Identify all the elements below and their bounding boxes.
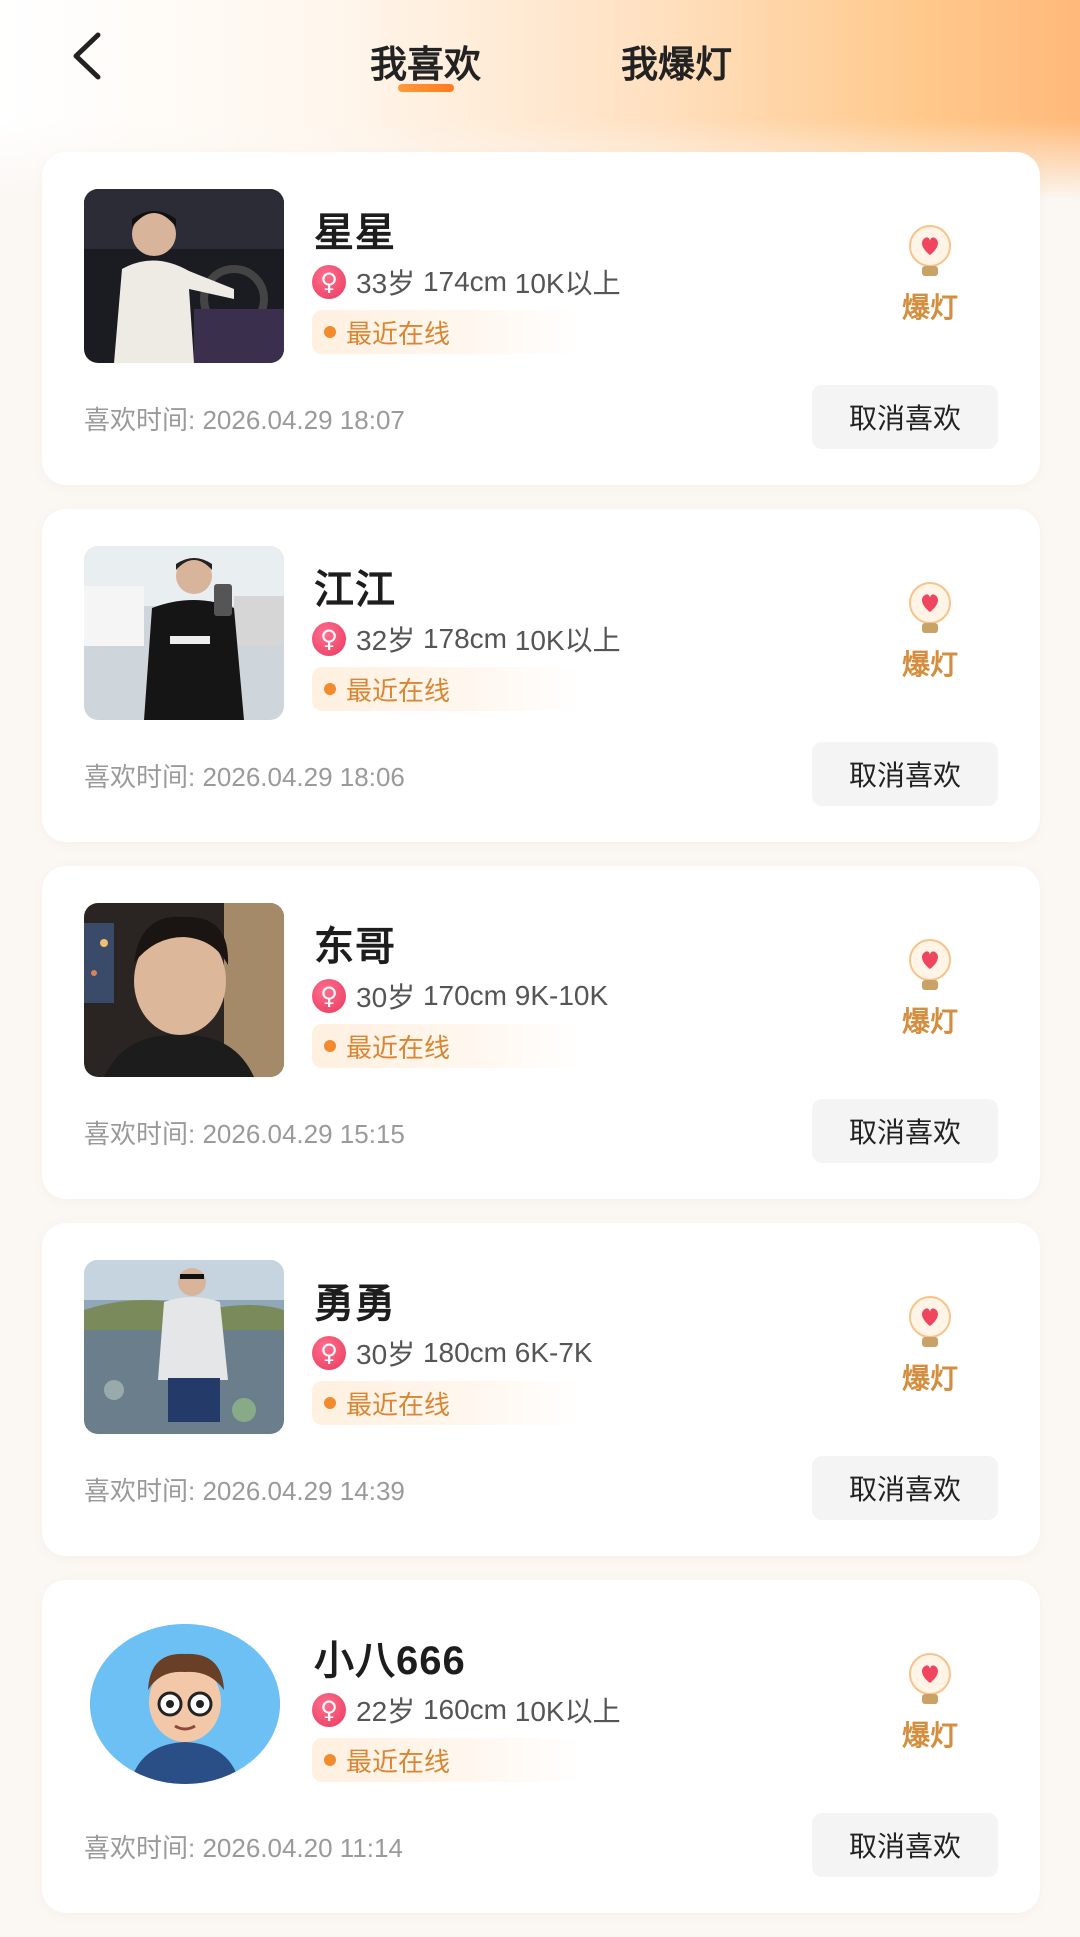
female-icon: ♀	[312, 1336, 346, 1370]
user-income: 10K以上	[514, 268, 621, 299]
user-height: 174cm	[422, 266, 507, 297]
user-card[interactable]: 勇勇 ♀ 30岁 180cm 6K-7K 最近在线 爆灯 喜欢时间: 2026.…	[42, 1223, 1040, 1556]
burst-light-button[interactable]: 爆灯	[890, 938, 970, 1048]
female-icon: ♀	[312, 265, 346, 299]
user-name: 星星	[314, 211, 396, 255]
user-info-row: ♀ 30岁 170cm 9K-10K	[312, 976, 608, 1016]
user-age: 22岁	[356, 1696, 416, 1727]
user-income: 6K-7K	[514, 1337, 593, 1368]
unlike-button[interactable]: 取消喜欢	[812, 1456, 998, 1520]
light-bulb-heart-icon	[909, 1653, 951, 1704]
like-time: 喜欢时间: 2026.04.29 15:15	[84, 1119, 405, 1149]
like-time: 喜欢时间: 2026.04.29 18:06	[84, 762, 405, 792]
user-info-row: ♀ 22岁 160cm 10K以上	[312, 1690, 621, 1730]
online-status-badge: 最近在线	[312, 1024, 582, 1068]
burst-light-button[interactable]: 爆灯	[890, 1295, 970, 1405]
user-info-row: ♀ 32岁 178cm 10K以上	[312, 619, 621, 659]
avatar[interactable]	[90, 1624, 280, 1784]
online-status-badge: 最近在线	[312, 1738, 582, 1782]
online-status-badge: 最近在线	[312, 667, 582, 711]
user-name: 东哥	[314, 925, 396, 969]
tab-my-likes[interactable]: 我喜欢	[340, 30, 511, 100]
active-tab-indicator	[397, 84, 454, 92]
status-dot-icon	[324, 683, 336, 695]
user-info-row: ♀ 33岁 174cm 10K以上	[312, 262, 621, 302]
burst-light-button[interactable]: 爆灯	[890, 581, 970, 691]
light-bulb-heart-icon	[909, 1296, 951, 1347]
status-dot-icon	[324, 326, 336, 338]
like-time: 喜欢时间: 2026.04.20 11:14	[84, 1833, 403, 1863]
online-status-badge: 最近在线	[312, 310, 582, 354]
online-status-badge: 最近在线	[312, 1381, 582, 1425]
female-icon: ♀	[312, 622, 346, 656]
user-name: 勇勇	[314, 1282, 396, 1326]
user-income: 9K-10K	[514, 980, 609, 1011]
like-time: 喜欢时间: 2026.04.29 14:39	[84, 1476, 405, 1506]
status-dot-icon	[324, 1397, 336, 1409]
user-age: 33岁	[356, 268, 416, 299]
burst-light-button[interactable]: 爆灯	[890, 224, 970, 334]
user-card[interactable]: 东哥 ♀ 30岁 170cm 9K-10K 最近在线 爆灯 喜欢时间: 2026…	[42, 866, 1040, 1199]
light-bulb-heart-icon	[909, 225, 951, 276]
user-income: 10K以上	[514, 1696, 621, 1727]
avatar[interactable]	[84, 903, 284, 1077]
user-height: 170cm	[422, 980, 507, 1011]
unlike-button[interactable]: 取消喜欢	[812, 1813, 998, 1877]
user-income: 10K以上	[514, 625, 621, 656]
avatar[interactable]	[84, 546, 284, 720]
like-time: 喜欢时间: 2026.04.29 18:07	[84, 405, 405, 435]
user-age: 30岁	[356, 1339, 416, 1370]
avatar[interactable]	[84, 189, 284, 363]
unlike-button[interactable]: 取消喜欢	[812, 742, 998, 806]
back-button[interactable]	[62, 28, 112, 84]
tab-my-bulbs[interactable]: 我爆灯	[591, 30, 762, 100]
tab-bar: 我喜欢 我爆灯	[340, 30, 762, 100]
user-card[interactable]: 小八666 ♀ 22岁 160cm 10K以上 最近在线 爆灯 喜欢时间: 20…	[42, 1580, 1040, 1913]
liked-users-list: 星星 ♀ 33岁 174cm 10K以上 最近在线 爆灯 喜欢时间: 2026.…	[42, 152, 1040, 1937]
female-icon: ♀	[312, 979, 346, 1013]
light-bulb-heart-icon	[909, 582, 951, 633]
status-dot-icon	[324, 1754, 336, 1766]
user-info-row: ♀ 30岁 180cm 6K-7K	[312, 1333, 593, 1373]
avatar[interactable]	[84, 1260, 284, 1434]
user-name: 小八666	[314, 1639, 466, 1683]
unlike-button[interactable]: 取消喜欢	[812, 385, 998, 449]
user-card[interactable]: 江江 ♀ 32岁 178cm 10K以上 最近在线 爆灯 喜欢时间: 2026.…	[42, 509, 1040, 842]
user-age: 30岁	[356, 982, 416, 1013]
header: 我喜欢 我爆灯	[0, 0, 1080, 115]
unlike-button[interactable]: 取消喜欢	[812, 1099, 998, 1163]
light-bulb-heart-icon	[909, 939, 951, 990]
female-icon: ♀	[312, 1693, 346, 1727]
user-name: 江江	[314, 568, 396, 612]
user-card[interactable]: 星星 ♀ 33岁 174cm 10K以上 最近在线 爆灯 喜欢时间: 2026.…	[42, 152, 1040, 485]
chevron-left-icon	[73, 32, 101, 80]
user-height: 178cm	[422, 623, 507, 654]
status-dot-icon	[324, 1040, 336, 1052]
user-height: 160cm	[422, 1694, 507, 1725]
user-height: 180cm	[422, 1337, 507, 1368]
user-age: 32岁	[356, 625, 416, 656]
burst-light-button[interactable]: 爆灯	[890, 1652, 970, 1762]
